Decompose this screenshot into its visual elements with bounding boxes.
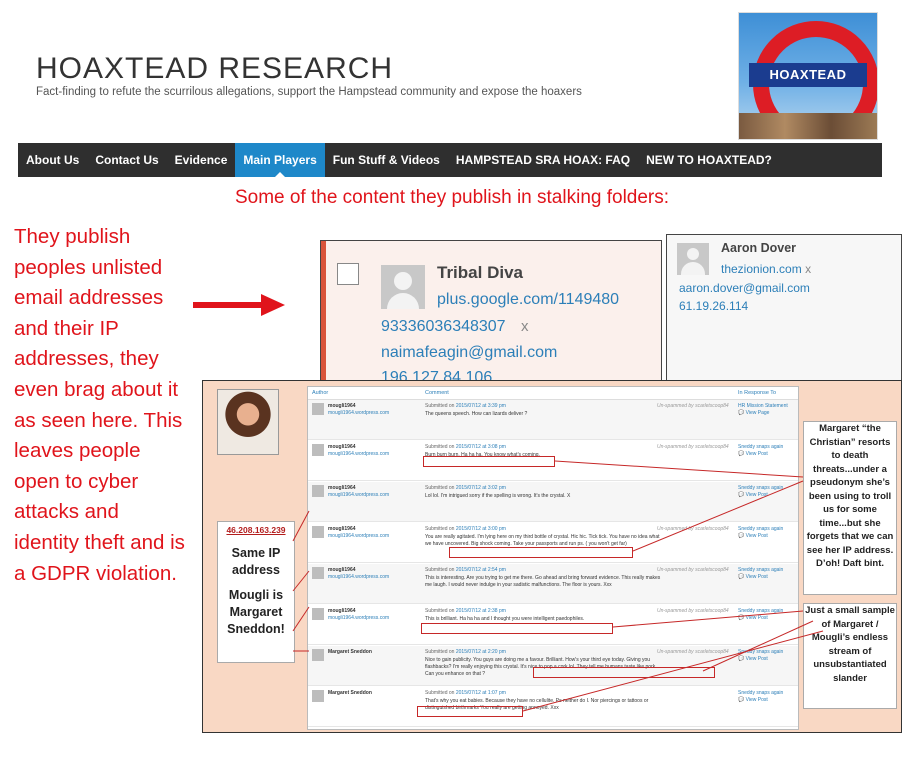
commenter-email[interactable]: naimafeagin@gmail.com bbox=[381, 344, 557, 362]
side-caption: They publish peoples unlisted email addr… bbox=[14, 225, 185, 585]
comment-card-tribal-diva: Tribal Diva plus.google.com/1149480 9333… bbox=[320, 240, 662, 392]
connector-lines bbox=[292, 460, 824, 712]
commenter-ip[interactable]: 61.19.26.114 bbox=[679, 299, 748, 313]
site-title[interactable]: HOAXTEAD RESEARCH bbox=[36, 52, 393, 86]
remove-mark[interactable]: x bbox=[521, 318, 529, 335]
card-stripe bbox=[321, 241, 326, 391]
nav-about-us[interactable]: About Us bbox=[18, 143, 87, 177]
logo-text: HOAXTEAD bbox=[749, 63, 867, 87]
nav-fun-stuff[interactable]: Fun Stuff & Videos bbox=[325, 143, 448, 177]
nav-new-to-hoaxtead[interactable]: NEW TO HOAXTEAD? bbox=[638, 143, 780, 177]
evidence-panel: 46.208.163.239 Same IP address Mougli is… bbox=[202, 380, 902, 733]
logo-buildings bbox=[739, 113, 877, 139]
commenter-url[interactable]: plus.google.com/1149480 bbox=[437, 291, 619, 309]
nav-evidence[interactable]: Evidence bbox=[167, 143, 236, 177]
commenter-email[interactable]: aaron.dover@gmail.com bbox=[679, 281, 810, 295]
comment-card-aaron-dover: Aaron Dover thezionion.com x aaron.dover… bbox=[666, 234, 902, 382]
site-logo[interactable]: HOAXTEAD bbox=[738, 12, 878, 140]
nav-main-players[interactable]: Main Players bbox=[235, 143, 325, 177]
arrow-right-icon bbox=[193, 294, 285, 316]
main-nav: About Us Contact Us Evidence Main Player… bbox=[18, 143, 882, 177]
commenter-url-text[interactable]: thezionion.com bbox=[721, 262, 802, 276]
commenter-url[interactable]: thezionion.com x bbox=[721, 262, 811, 276]
site-tagline: Fact-finding to refute the scurrilous al… bbox=[36, 86, 582, 98]
commenter-name: Tribal Diva bbox=[437, 263, 523, 282]
commenter-name: Aaron Dover bbox=[721, 241, 797, 255]
avatar-icon bbox=[381, 265, 425, 309]
avatar-icon bbox=[677, 243, 709, 275]
page-headline: Some of the content they publish in stal… bbox=[234, 187, 670, 208]
nav-faq[interactable]: HAMPSTEAD SRA HOAX: FAQ bbox=[448, 143, 638, 177]
remove-mark[interactable]: x bbox=[805, 262, 811, 276]
nav-contact-us[interactable]: Contact Us bbox=[87, 143, 166, 177]
commenter-url-cont[interactable]: 93336036348307 bbox=[381, 318, 506, 336]
checkbox-icon[interactable] bbox=[337, 263, 359, 285]
